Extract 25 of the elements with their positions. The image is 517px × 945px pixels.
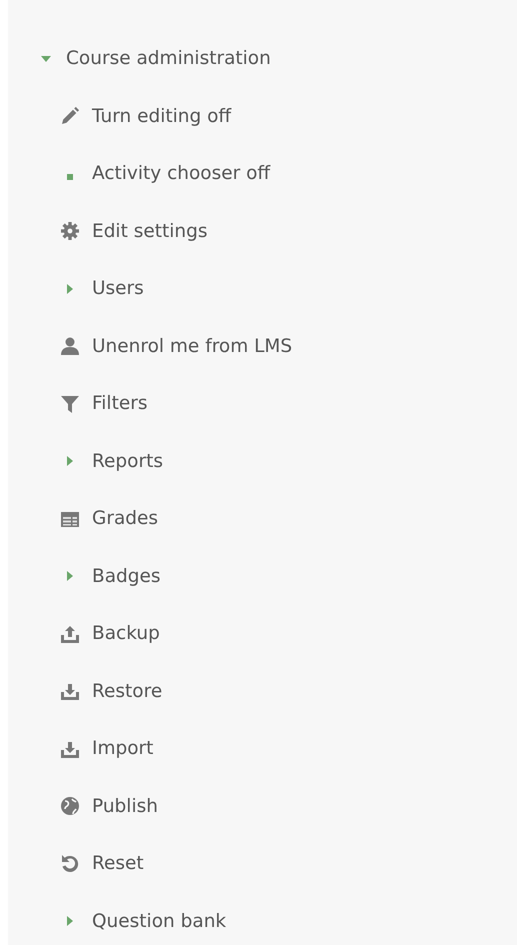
bullet-icon bbox=[67, 174, 73, 180]
menu-item[interactable]: Activity chooser off bbox=[92, 163, 270, 184]
menu-item[interactable]: Reports bbox=[92, 450, 163, 472]
section-title[interactable]: Course administration bbox=[66, 48, 271, 70]
gear-icon bbox=[60, 221, 80, 242]
menu-item[interactable]: Import bbox=[92, 738, 154, 760]
menu-item[interactable]: Reset bbox=[92, 853, 144, 874]
globe-icon bbox=[60, 796, 80, 816]
user-icon bbox=[60, 336, 80, 356]
pencil-icon bbox=[60, 106, 80, 126]
menu-item[interactable]: Question bank bbox=[92, 910, 226, 932]
menu-item[interactable]: Backup bbox=[92, 623, 160, 644]
upload-tray-icon bbox=[60, 624, 80, 644]
menu-item[interactable]: Edit settings bbox=[92, 220, 208, 242]
menu-item[interactable]: Unenrol me from LMS bbox=[92, 336, 292, 357]
menu-item[interactable]: Badges bbox=[92, 566, 161, 587]
menu-item[interactable]: Turn editing off bbox=[92, 106, 232, 127]
reset-icon bbox=[60, 854, 80, 874]
menu-item[interactable]: Publish bbox=[92, 796, 158, 817]
menu-item[interactable]: Grades bbox=[92, 508, 158, 530]
filter-icon bbox=[60, 394, 80, 414]
menu-item[interactable]: Users bbox=[92, 278, 144, 300]
download-tray-icon bbox=[60, 681, 80, 702]
menu-item[interactable]: Restore bbox=[92, 680, 162, 702]
menu-item[interactable]: Filters bbox=[92, 393, 148, 414]
